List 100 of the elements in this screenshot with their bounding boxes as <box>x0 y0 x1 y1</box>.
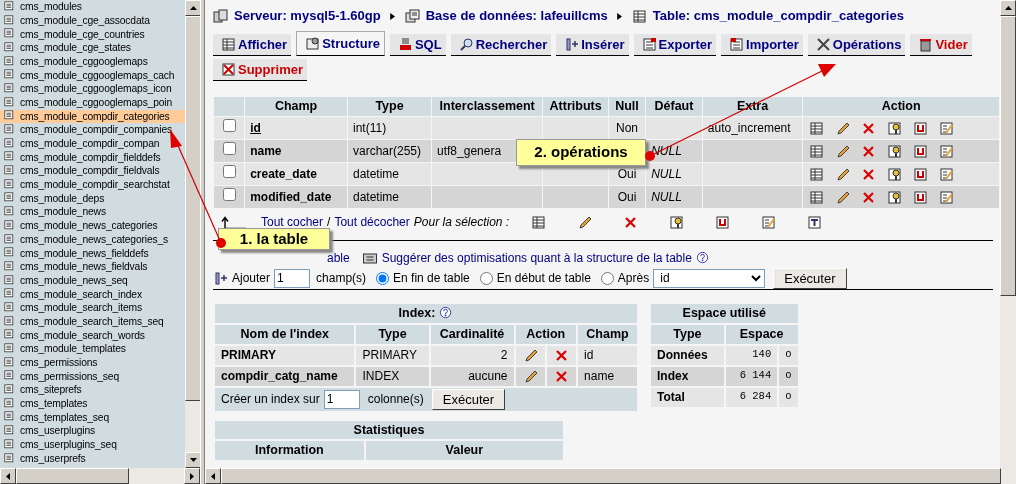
table-list-item[interactable]: cms_module_search_index <box>0 287 185 302</box>
scroll-down-button[interactable] <box>185 452 200 468</box>
unique-icon[interactable] <box>913 189 929 205</box>
tab[interactable]: Rechercher <box>450 34 552 56</box>
scrollbar[interactable] <box>1000 0 1016 468</box>
uncheck-all-link[interactable]: Tout décocher <box>334 213 410 231</box>
pencil-icon[interactable] <box>835 166 851 182</box>
table-list-item[interactable]: cms_module_news_seq <box>0 273 185 288</box>
table-icon[interactable] <box>809 166 825 182</box>
row-checkbox[interactable] <box>222 188 236 201</box>
scroll-up-button[interactable] <box>185 0 200 16</box>
radio-button[interactable] <box>376 271 390 285</box>
index-icon[interactable] <box>939 166 955 182</box>
breadcrumb-link[interactable]: Base de données: lafeuillcms <box>425 6 608 26</box>
execute-button[interactable]: Exécuter <box>431 388 506 410</box>
pencil-icon[interactable] <box>522 369 538 385</box>
key-icon[interactable] <box>887 143 903 159</box>
table-list-item[interactable]: cms_module_search_items <box>0 301 185 315</box>
tab[interactable]: SQL <box>389 34 446 56</box>
pencil-icon[interactable] <box>577 214 593 230</box>
input-field[interactable]: 1 <box>323 389 360 409</box>
row-checkbox[interactable] <box>222 142 236 155</box>
table-list-item[interactable]: cms_userplugins_seq <box>0 438 185 452</box>
fulltext-icon[interactable] <box>807 214 823 230</box>
table-list-item[interactable]: cms_module_news_fielddefs <box>0 246 185 261</box>
table-list-item[interactable]: cms_module_search_items_seq <box>0 314 185 329</box>
scrollbar-thumb[interactable] <box>1000 16 1016 296</box>
table-list-item[interactable]: cms_templates_seq <box>0 410 185 425</box>
scroll-right-button[interactable] <box>184 468 200 484</box>
table-icon[interactable] <box>809 120 825 136</box>
scroll-up-button[interactable] <box>1000 0 1016 16</box>
input-field[interactable]: 1 <box>274 268 311 288</box>
unique-icon[interactable] <box>715 214 731 230</box>
breadcrumb-link[interactable]: Serveur: mysql5-1.60gp <box>234 6 381 26</box>
table-list-item[interactable]: cms_module_templates <box>0 342 185 356</box>
index-icon[interactable] <box>939 189 955 205</box>
table-list-item[interactable]: cms_permissions <box>0 355 185 370</box>
table-list-item[interactable]: cms_module_compdir_categories <box>0 109 185 124</box>
table-list-item[interactable]: cms_module_news_fieldvals <box>0 260 185 274</box>
tab[interactable]: Importer <box>721 34 803 56</box>
scroll-left-button[interactable] <box>205 468 221 484</box>
delete-icon[interactable] <box>861 120 877 136</box>
table-list-item[interactable]: cms_module_cge_assocdata <box>0 13 185 28</box>
scrollbar[interactable] <box>0 468 200 484</box>
table-list-item[interactable]: cms_module_cggooglemaps_icon <box>0 82 185 96</box>
help-icon[interactable] <box>439 306 454 321</box>
table-list-item[interactable]: cms_siteprefs <box>0 383 185 397</box>
pencil-icon[interactable] <box>522 348 538 364</box>
table-list-item[interactable]: cms_module_news_categories_s <box>0 232 185 247</box>
execute-button[interactable]: Exécuter <box>773 267 847 289</box>
row-checkbox[interactable] <box>222 165 236 178</box>
index-icon[interactable] <box>761 214 777 230</box>
scrollbar-thumb[interactable] <box>16 468 129 484</box>
check-all-link[interactable]: Tout cocher <box>261 213 324 231</box>
unique-icon[interactable] <box>913 120 929 136</box>
table-list-item[interactable]: cms_module_compdir_fieldvals <box>0 164 185 178</box>
row-checkbox[interactable] <box>222 119 236 132</box>
table-list-item[interactable]: cms_module_compdir_companies <box>0 123 185 137</box>
tab[interactable]: Insérer <box>556 34 629 56</box>
index-icon[interactable] <box>939 120 955 136</box>
scrollbar-thumb[interactable] <box>185 16 200 401</box>
dropdown[interactable]: id <box>653 268 766 288</box>
unique-icon[interactable] <box>913 143 929 159</box>
pencil-icon[interactable] <box>835 189 851 205</box>
table-list-item[interactable]: cms_userprefs <box>0 451 185 466</box>
tab[interactable]: Vider <box>910 34 972 56</box>
tab[interactable]: Supprimer <box>213 59 307 81</box>
table-list-item[interactable]: cms_module_compdir_fielddefs <box>0 150 185 165</box>
breadcrumb-link[interactable]: Table: cms_module_compdir_categories <box>652 6 904 26</box>
delete-icon[interactable] <box>623 214 639 230</box>
pencil-icon[interactable] <box>835 143 851 159</box>
table-list-item[interactable]: cms_module_cggooglemaps_cach <box>0 68 185 83</box>
index-icon[interactable] <box>939 143 955 159</box>
table-list-item[interactable]: cms_module_cggooglemaps <box>0 54 185 69</box>
tab[interactable]: Afficher <box>213 34 292 56</box>
help-icon[interactable] <box>695 251 710 265</box>
table-list-item[interactable]: cms_module_news <box>0 205 185 219</box>
table-icon[interactable] <box>809 143 825 159</box>
key-icon[interactable] <box>669 214 685 230</box>
scrollbar[interactable] <box>185 0 200 468</box>
delete-icon[interactable] <box>861 166 877 182</box>
key-icon[interactable] <box>887 189 903 205</box>
key-icon[interactable] <box>887 120 903 136</box>
table-list-item[interactable]: cms_userplugins <box>0 424 185 438</box>
unique-icon[interactable] <box>913 166 929 182</box>
table-icon[interactable] <box>531 214 547 230</box>
table-list-item[interactable]: cms_module_compdir_compan <box>0 136 185 151</box>
pencil-icon[interactable] <box>835 120 851 136</box>
table-list-item[interactable]: cms_templates <box>0 396 185 411</box>
radio-button[interactable] <box>479 271 493 285</box>
radio-button[interactable] <box>600 271 614 285</box>
table-icon[interactable] <box>809 189 825 205</box>
delete-icon[interactable] <box>861 189 877 205</box>
table-list-item[interactable]: cms_module_search_words <box>0 328 185 343</box>
delete-icon[interactable] <box>861 143 877 159</box>
table-list-item[interactable]: cms_modules <box>0 0 185 14</box>
table-list-item[interactable]: cms_module_news_categories <box>0 219 185 233</box>
scroll-left-button[interactable] <box>0 468 16 484</box>
tab[interactable]: Opérations <box>807 34 906 56</box>
table-list-item[interactable]: cms_module_cge_countries <box>0 27 185 42</box>
